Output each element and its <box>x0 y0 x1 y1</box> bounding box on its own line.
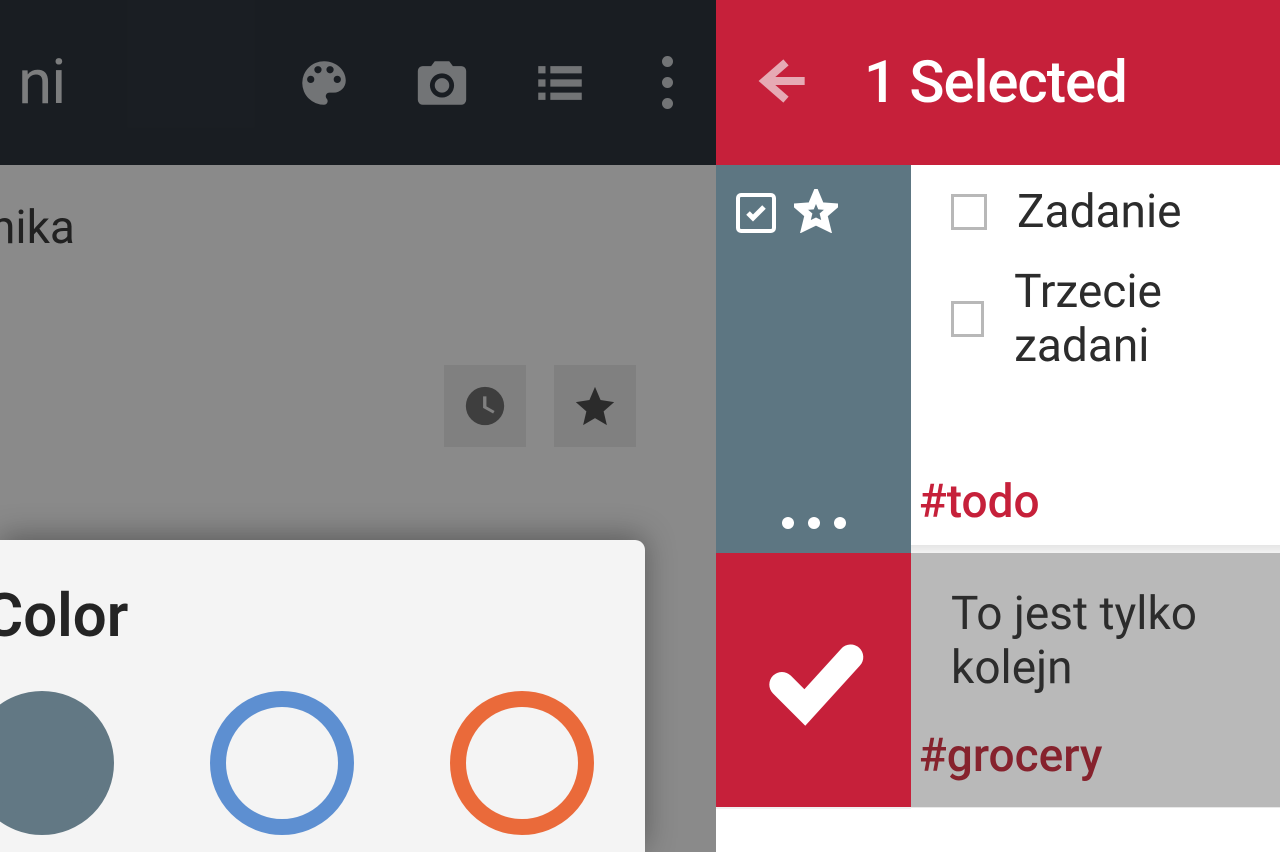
checkbox-icon[interactable] <box>736 193 776 233</box>
task-row: Trzecie zadani <box>951 265 1280 373</box>
note-text: To jest tylko kolejn <box>951 587 1280 695</box>
color-swatch-gray[interactable] <box>0 691 114 835</box>
list-icon[interactable] <box>528 51 592 115</box>
color-picker-sheet: Color <box>0 540 645 852</box>
checkbox-icon[interactable] <box>951 301 984 337</box>
task-label: Zadanie <box>1017 185 1182 239</box>
favorite-button[interactable] <box>554 365 636 447</box>
palette-icon[interactable] <box>292 51 356 115</box>
back-arrow-icon[interactable] <box>746 49 810 117</box>
left-panel: ni nika <box>0 0 716 852</box>
task-label: Trzecie zadani <box>1014 265 1280 373</box>
tag-grocery[interactable]: #grocery <box>919 729 1102 783</box>
rail-item-1[interactable] <box>716 165 911 553</box>
list-item-2-selected[interactable]: To jest tylko kolejn #grocery <box>911 553 1280 807</box>
checkbox-icon[interactable] <box>951 194 987 230</box>
right-panel: 1 Selected <box>716 0 1280 852</box>
star-outline-icon[interactable] <box>794 189 838 237</box>
list-item-3[interactable] <box>911 807 1280 852</box>
color-swatch-blue[interactable] <box>210 691 354 835</box>
tag-todo[interactable]: #todo <box>919 475 1040 529</box>
note-title-fragment: nika <box>0 201 716 255</box>
rail-item-3[interactable] <box>716 807 911 852</box>
selection-count: 1 Selected <box>864 49 1127 117</box>
task-row: Zadanie <box>951 185 1280 239</box>
checkmark-icon <box>759 625 869 735</box>
left-toolbar: ni <box>0 0 716 165</box>
reminder-button[interactable] <box>444 365 526 447</box>
rail-item-2-selected[interactable] <box>716 553 911 807</box>
color-swatch-orange[interactable] <box>450 691 594 835</box>
more-icon[interactable] <box>646 56 688 109</box>
camera-icon[interactable] <box>410 51 474 115</box>
toolbar-title: ni <box>18 46 65 119</box>
selection-toolbar: 1 Selected <box>716 0 1280 165</box>
list-area: Zadanie Trzecie zadani #todo To jest tyl… <box>911 165 1280 852</box>
list-item-1[interactable]: Zadanie Trzecie zadani #todo <box>911 165 1280 553</box>
item-rail <box>716 165 911 852</box>
more-horizontal-icon[interactable] <box>716 517 911 529</box>
color-sheet-title: Color <box>0 580 645 651</box>
